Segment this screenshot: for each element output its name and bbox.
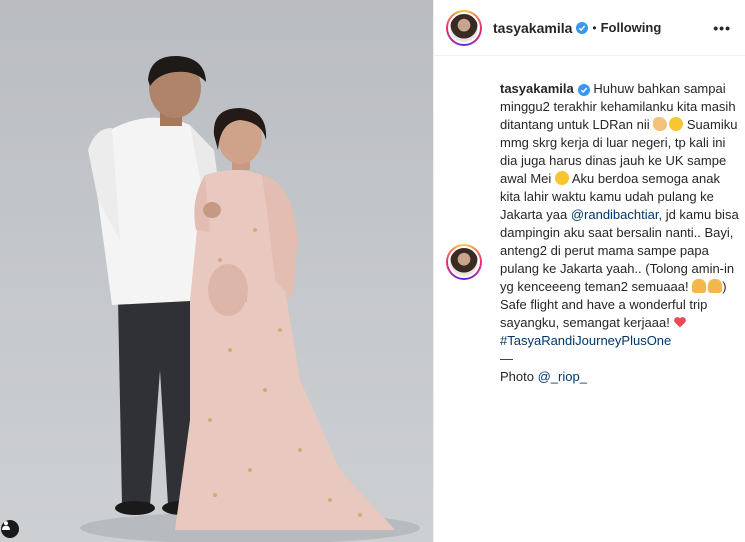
red-heart-icon: [674, 317, 687, 328]
grinning-squinting-face-icon: [554, 171, 569, 185]
upside-down-face-icon: [669, 117, 684, 131]
separator-dot: •: [592, 20, 597, 35]
caption-avatar[interactable]: [448, 246, 480, 278]
more-options-icon[interactable]: •••: [713, 20, 731, 36]
folded-hands-icon: [692, 279, 707, 293]
post-photo[interactable]: [0, 0, 433, 542]
post-details-panel: tasyakamila • Following ••• tasyakamila …: [433, 0, 745, 542]
verified-badge-icon: [576, 21, 589, 34]
couple-photo-illustration: [80, 55, 420, 542]
user-tag-icon[interactable]: [1, 520, 19, 538]
hashtag-link[interactable]: #TasyaRandiJourneyPlusOne: [500, 333, 671, 348]
photo-credit-label: Photo: [500, 369, 538, 384]
caption-dash: —: [500, 351, 513, 366]
flexed-biceps-icon: [653, 117, 668, 131]
photo-credit-link[interactable]: @_riop_: [538, 369, 587, 384]
following-button[interactable]: Following: [601, 20, 662, 35]
caption-verified-badge-icon: [577, 84, 590, 96]
caption-avatar-ring[interactable]: [446, 244, 482, 280]
caption-text: tasyakamila Huhuw bahkan sampai minggu2 …: [500, 80, 740, 386]
header-username[interactable]: tasyakamila: [493, 20, 572, 36]
caption-line-4-end: ): [722, 279, 727, 294]
mention-link[interactable]: @randibachtiar: [571, 207, 659, 222]
post-header: tasyakamila • Following •••: [434, 0, 745, 56]
caption-username[interactable]: tasyakamila: [500, 81, 574, 96]
folded-hands-icon-2: [708, 279, 723, 293]
avatar[interactable]: [448, 11, 480, 44]
story-ring[interactable]: [446, 9, 482, 46]
